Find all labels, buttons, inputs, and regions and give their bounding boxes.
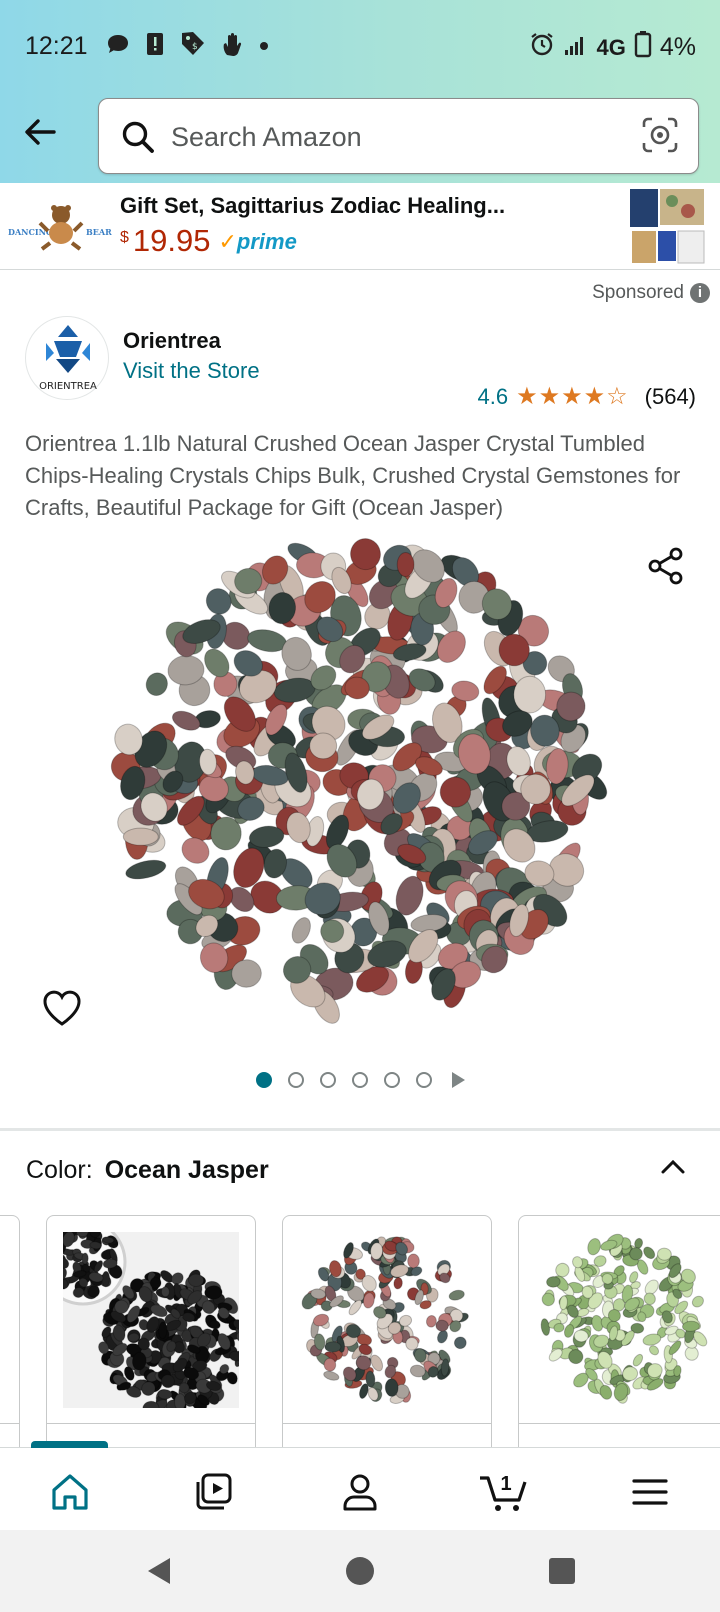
carousel-dot[interactable] bbox=[319, 1072, 336, 1088]
color-swatch-black[interactable] bbox=[46, 1215, 256, 1455]
review-count: (564) bbox=[644, 383, 696, 409]
nav-menu[interactable] bbox=[628, 1470, 672, 1514]
sponsored-label[interactable]: Sponsored i bbox=[592, 282, 710, 304]
video-icon bbox=[196, 1473, 232, 1510]
swatch-image-green bbox=[540, 1233, 708, 1404]
carousel-dot[interactable] bbox=[351, 1072, 368, 1088]
bottom-navigation: 1 bbox=[0, 1441, 720, 1530]
system-recents-icon[interactable] bbox=[545, 1554, 579, 1588]
signal-icon bbox=[563, 32, 589, 63]
banner-product-thumbnail bbox=[630, 189, 705, 264]
product-title: Orientrea 1.1lb Natural Crushed Ocean Ja… bbox=[25, 431, 681, 520]
account-icon bbox=[343, 1474, 377, 1511]
color-label: Color: bbox=[26, 1156, 93, 1184]
camera-lens-icon[interactable] bbox=[640, 115, 680, 155]
cart-count: 1 bbox=[500, 1473, 511, 1495]
orientrea-logo-icon: ORIENTREA bbox=[39, 325, 97, 392]
share-button[interactable] bbox=[644, 544, 688, 588]
battery-icon bbox=[634, 30, 652, 65]
visit-store-link[interactable]: Visit the Store bbox=[123, 358, 260, 384]
carousel-dot[interactable] bbox=[255, 1072, 272, 1088]
collapse-button[interactable] bbox=[656, 1150, 690, 1184]
battery-percent: 4% bbox=[659, 33, 696, 61]
swatch-image-ocean-jasper bbox=[301, 1236, 469, 1404]
swatch-divider bbox=[47, 1423, 255, 1424]
back-arrow-icon bbox=[25, 119, 56, 145]
rating-summary[interactable]: 4.6 ★★★★☆ (564) bbox=[477, 382, 696, 411]
carousel-play-icon[interactable] bbox=[451, 1072, 465, 1088]
swatch-image-black bbox=[63, 1232, 239, 1408]
banner-title: Gift Set, Sagittarius Zodiac Healing... bbox=[120, 193, 506, 218]
status-right: 4G 4% bbox=[529, 30, 696, 65]
active-tab-indicator bbox=[31, 1441, 108, 1448]
svg-text:ORIENTREA: ORIENTREA bbox=[39, 381, 97, 392]
search-input[interactable] bbox=[171, 113, 611, 161]
notification-icons: $ bbox=[105, 30, 269, 63]
dancing-bear-logo: DANCING BEAR bbox=[8, 205, 112, 251]
swatch-divider bbox=[519, 1423, 720, 1424]
store-logo[interactable]: ORIENTREA bbox=[25, 316, 109, 400]
prime-label: prime bbox=[236, 229, 297, 254]
banner-price: $ 19.95 ✓prime bbox=[120, 223, 297, 259]
color-selector-label: Color: Ocean Jasper bbox=[26, 1156, 269, 1185]
sponsored-banner[interactable]: DANCING BEAR Gift Set, Sagittarius Zodia… bbox=[0, 183, 720, 270]
tag-icon: $ bbox=[179, 30, 207, 63]
app-screen: 12:21 $ 4G 4% Search Amazon DANCING BEAR… bbox=[0, 0, 720, 1612]
star-rating-icon: ★★★★☆ bbox=[516, 383, 629, 410]
color-swatch-ocean-jasper[interactable] bbox=[282, 1215, 492, 1455]
system-back-icon[interactable] bbox=[142, 1554, 176, 1588]
price-amount: 19.95 bbox=[132, 223, 211, 258]
nav-cart[interactable]: 1 bbox=[478, 1470, 534, 1514]
carousel-dot[interactable] bbox=[287, 1072, 304, 1088]
carousel-indicators bbox=[0, 1072, 720, 1088]
carousel-dot[interactable] bbox=[415, 1072, 432, 1088]
search-bar[interactable] bbox=[98, 98, 699, 174]
color-value: Ocean Jasper bbox=[104, 1156, 269, 1184]
product-image[interactable] bbox=[110, 525, 610, 1035]
hand-wave-icon bbox=[221, 31, 245, 62]
nav-home[interactable] bbox=[48, 1470, 92, 1514]
sponsored-text: Sponsored bbox=[592, 282, 684, 303]
section-divider bbox=[0, 1128, 720, 1131]
search-icon bbox=[122, 121, 154, 153]
alert-icon bbox=[145, 31, 165, 62]
svg-text:BEAR: BEAR bbox=[86, 227, 112, 237]
swatch-divider bbox=[0, 1423, 19, 1424]
header-area: 12:21 $ 4G 4% Search Amazon bbox=[0, 0, 720, 183]
color-swatch-green[interactable] bbox=[518, 1215, 720, 1455]
color-swatch-partial[interactable] bbox=[0, 1215, 20, 1455]
price-currency: $ bbox=[120, 229, 129, 246]
system-home-icon[interactable] bbox=[343, 1554, 377, 1588]
share-icon bbox=[648, 547, 683, 585]
back-button[interactable] bbox=[18, 110, 62, 154]
prime-badge: ✓prime bbox=[218, 229, 297, 254]
nav-video[interactable] bbox=[192, 1470, 236, 1514]
system-navigation bbox=[0, 1530, 720, 1612]
status-time: 12:21 bbox=[25, 32, 88, 60]
network-type: 4G bbox=[596, 34, 626, 60]
cart-icon: 1 bbox=[480, 1473, 527, 1511]
svg-text:$: $ bbox=[192, 42, 198, 52]
chat-bubble-icon bbox=[105, 31, 131, 62]
wishlist-button[interactable] bbox=[40, 986, 84, 1030]
swatch-divider bbox=[283, 1423, 491, 1424]
dot-icon bbox=[259, 38, 269, 56]
heart-icon bbox=[43, 990, 81, 1026]
rating-value: 4.6 bbox=[477, 383, 509, 409]
store-name: Orientrea bbox=[123, 328, 221, 353]
nav-account[interactable] bbox=[338, 1470, 382, 1514]
chevron-up-icon bbox=[661, 1159, 685, 1174]
menu-icon bbox=[632, 1479, 668, 1505]
home-icon bbox=[52, 1474, 88, 1510]
alarm-icon bbox=[529, 31, 555, 64]
carousel-dot[interactable] bbox=[383, 1072, 400, 1088]
status-bar: 12:21 $ 4G 4% bbox=[0, 0, 720, 92]
info-icon: i bbox=[690, 283, 710, 303]
